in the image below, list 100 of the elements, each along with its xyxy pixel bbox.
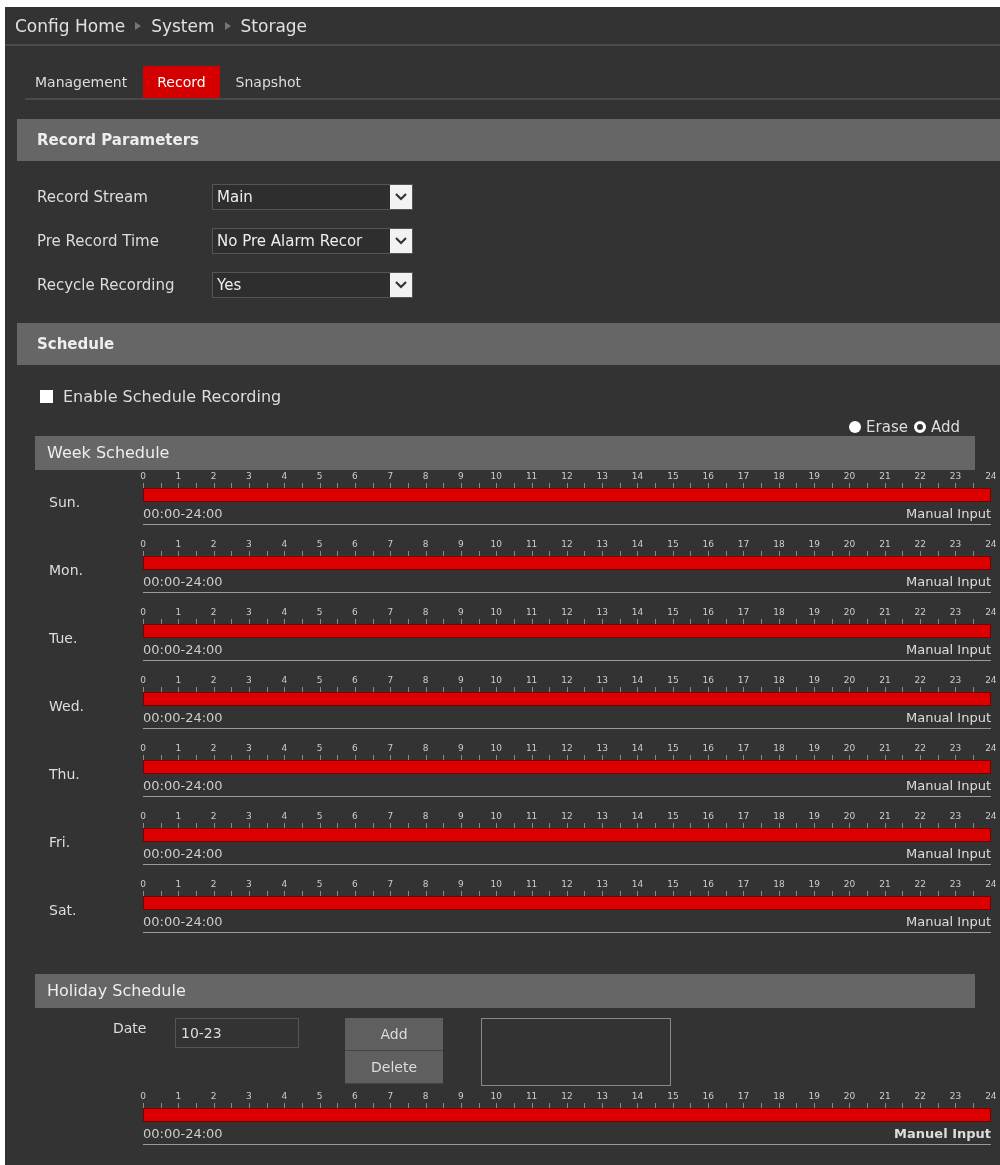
hour-label: 24	[984, 1090, 998, 1103]
manual-input-link[interactable]: Manuel Input	[894, 1125, 991, 1141]
hour-label: 17	[736, 1090, 751, 1103]
hour-label: 19	[807, 878, 821, 891]
hour-label: 2	[209, 1090, 218, 1103]
hour-label: 22	[913, 470, 927, 483]
hour-label: 19	[807, 674, 821, 687]
action-button[interactable]: Delete	[345, 1051, 443, 1084]
hour-label: 19	[807, 606, 821, 619]
hour-label: 23	[948, 742, 963, 755]
manual-input-link[interactable]: Manual Input	[905, 505, 991, 521]
hour-label: 23	[948, 606, 963, 619]
hour-label: 2	[209, 878, 218, 891]
hour-label: 19	[807, 742, 821, 755]
hour-label: 16	[701, 606, 715, 619]
hour-label: 16	[701, 742, 715, 755]
hour-label: 0	[139, 742, 147, 755]
hour-label: 13	[595, 742, 609, 755]
checkbox[interactable]	[40, 390, 53, 403]
schedule-bar[interactable]	[143, 692, 991, 706]
time-range: 00:00-24:00	[143, 845, 223, 861]
field-label: Record Stream	[37, 188, 149, 206]
hour-label: 9	[457, 470, 465, 483]
hour-label: 16	[701, 810, 715, 823]
hour-label: 5	[315, 810, 324, 823]
hour-label: 8	[421, 1090, 430, 1103]
date-list[interactable]	[481, 1018, 671, 1086]
manual-input-link[interactable]: Manual Input	[905, 845, 991, 861]
schedule-bar[interactable]	[143, 624, 991, 638]
hour-label: 15	[666, 878, 680, 891]
hour-label: 20	[842, 810, 857, 823]
hour-label: 7	[386, 742, 395, 755]
time-range: 00:00-24:00	[143, 1125, 223, 1141]
hour-label: 15	[666, 1090, 680, 1103]
schedule-bar[interactable]	[143, 556, 991, 570]
hour-label: 11	[524, 470, 539, 483]
radio-button[interactable]	[849, 421, 862, 433]
manual-input-link[interactable]: Manual Input	[905, 641, 991, 657]
time-range: 00:00-24:00	[143, 505, 223, 521]
hour-label: 13	[595, 878, 609, 891]
hour-label: 20	[842, 470, 857, 483]
action-button[interactable]: Add	[345, 1018, 443, 1051]
day-label: Mon.	[49, 562, 83, 578]
time-range: 00:00-24:00	[143, 709, 223, 725]
hour-label: 0	[139, 810, 147, 823]
schedule-bar[interactable]	[143, 896, 991, 910]
schedule-bar[interactable]	[143, 760, 991, 774]
manual-input-link[interactable]: Manual Input	[905, 777, 991, 793]
hour-label: 9	[457, 878, 465, 891]
hour-label: 5	[315, 878, 324, 891]
hour-label: 20	[842, 1090, 857, 1103]
hour-label: 1	[174, 674, 183, 687]
field-label: Pre Record Time	[37, 232, 160, 250]
hour-label: 11	[524, 674, 539, 687]
hour-label: 16	[701, 1090, 715, 1103]
day-label: Sat.	[49, 902, 77, 918]
hour-label: 11	[524, 606, 539, 619]
hour-label: 14	[630, 878, 645, 891]
hour-label: 13	[595, 810, 609, 823]
hour-label: 24	[984, 538, 998, 551]
schedule-bar[interactable]	[143, 828, 991, 842]
time-range: 00:00-24:00	[143, 573, 223, 589]
hour-label: 23	[948, 1090, 963, 1103]
hour-label: 19	[807, 810, 821, 823]
date-field[interactable]: 10-23	[175, 1018, 299, 1048]
schedule-bar[interactable]	[143, 488, 991, 502]
tab[interactable]: Snapshot	[225, 66, 312, 98]
hour-label: 22	[913, 878, 927, 891]
hour-label: 6	[351, 810, 359, 823]
hour-label: 14	[630, 470, 645, 483]
hour-label: 16	[701, 470, 715, 483]
day-label: Sun.	[49, 494, 81, 510]
breadcrumb-link[interactable]: Config Home	[15, 15, 126, 36]
hour-label: 2	[209, 470, 218, 483]
hour-label: 10	[489, 674, 503, 687]
hour-label: 11	[524, 878, 539, 891]
manual-input-link[interactable]: Manual Input	[905, 573, 991, 589]
hour-label: 7	[386, 470, 395, 483]
tab[interactable]: Management	[25, 66, 138, 98]
schedule-bar[interactable]	[143, 1108, 991, 1122]
day-label: Thu.	[49, 766, 80, 782]
tab[interactable]: Record	[143, 66, 220, 98]
breadcrumb-link[interactable]: System	[151, 15, 215, 36]
dropdown[interactable]: No Pre Alarm Recor	[212, 228, 413, 254]
hour-label: 24	[984, 742, 998, 755]
hour-label: 13	[595, 674, 609, 687]
hour-label: 10	[489, 538, 503, 551]
hour-label: 14	[630, 810, 645, 823]
dropdown[interactable]: Main	[212, 184, 413, 210]
radio-button[interactable]	[913, 421, 926, 433]
hour-label: 2	[209, 810, 218, 823]
manual-input-link[interactable]: Manual Input	[905, 709, 991, 725]
hour-label: 4	[280, 1090, 289, 1103]
manual-input-link[interactable]: Manual Input	[905, 913, 991, 929]
breadcrumb-link[interactable]: Storage	[240, 15, 308, 36]
hour-label: 17	[736, 742, 751, 755]
dropdown[interactable]: Yes	[212, 272, 413, 298]
hour-label: 11	[524, 538, 539, 551]
hour-label: 10	[489, 878, 503, 891]
chevron-down-icon	[395, 193, 407, 201]
